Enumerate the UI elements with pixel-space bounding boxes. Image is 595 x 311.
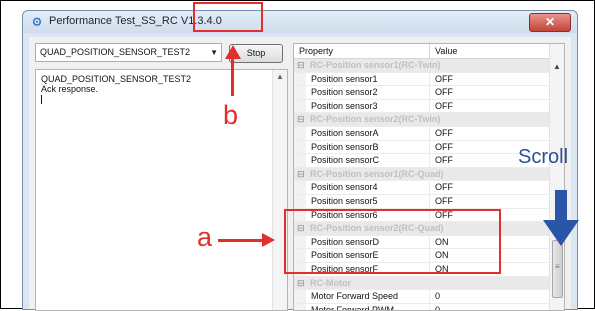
row-gutter xyxy=(294,303,306,310)
arrow-a-shaft xyxy=(218,239,268,242)
property-value[interactable]: OFF xyxy=(435,100,453,113)
property-name: Position sensor4 xyxy=(311,182,378,193)
column-divider xyxy=(429,99,430,113)
column-header-property: Property xyxy=(299,46,334,56)
property-name: Position sensorB xyxy=(311,141,379,152)
property-value[interactable]: OFF xyxy=(435,181,453,194)
column-divider xyxy=(429,126,430,140)
row-gutter xyxy=(294,72,306,86)
column-header-value: Value xyxy=(435,46,458,56)
grid-scrollbar[interactable]: ▲ ≡ xyxy=(549,44,564,310)
column-divider xyxy=(429,72,430,86)
column-divider xyxy=(429,140,430,154)
row-gutter xyxy=(294,290,306,303)
chevron-down-icon[interactable]: ▼ xyxy=(210,44,218,61)
grip-icon: ≡ xyxy=(555,262,560,271)
property-row[interactable]: Position sensor5 OFF xyxy=(294,194,550,209)
column-divider xyxy=(429,194,430,208)
row-gutter xyxy=(294,194,306,208)
row-gutter xyxy=(294,181,306,194)
arrow-up-icon xyxy=(225,45,241,59)
title-bar: ⚙ Performance Test_SS_RC V1.3.4.0 ✕ xyxy=(23,11,577,33)
category-row[interactable]: ⊟ RC-Position sensor2(RC-Twin) xyxy=(294,113,550,127)
close-button[interactable]: ✕ xyxy=(529,13,571,32)
annotation-label-scroll: Scroll xyxy=(518,146,569,168)
column-divider xyxy=(429,154,430,167)
arrow-b-shaft xyxy=(231,58,234,96)
column-divider xyxy=(429,303,430,310)
scroll-up-icon[interactable]: ▲ xyxy=(276,72,284,81)
property-value[interactable]: OFF xyxy=(435,73,453,86)
row-gutter xyxy=(294,140,306,154)
property-value[interactable]: 0 xyxy=(435,290,440,303)
text-caret xyxy=(41,95,42,104)
log-line: Ack response. xyxy=(41,84,99,94)
property-row[interactable]: Position sensor1 OFF xyxy=(294,72,550,87)
column-divider xyxy=(429,290,430,303)
property-value[interactable]: OFF xyxy=(435,127,453,140)
property-value[interactable]: 0 xyxy=(435,304,440,310)
category-row[interactable]: ⊟ RC-Position sensor1(RC-Quad) xyxy=(294,167,550,182)
highlight-box-b xyxy=(193,2,263,32)
arrow-right-icon xyxy=(262,233,275,247)
column-divider xyxy=(429,181,430,194)
property-value[interactable]: OFF xyxy=(435,195,453,208)
property-value[interactable]: OFF xyxy=(435,86,453,99)
property-value[interactable]: OFF xyxy=(435,141,453,154)
property-row[interactable]: Motor Forward Speed 0 xyxy=(294,290,550,304)
property-row[interactable]: Position sensorC OFF xyxy=(294,154,550,168)
collapse-icon[interactable]: ⊟ xyxy=(297,59,305,72)
property-name: Position sensor1 xyxy=(311,73,378,84)
collapse-icon[interactable]: ⊟ xyxy=(297,113,305,126)
test-select-value: QUAD_POSITION_SENSOR_TEST2 xyxy=(40,47,191,57)
column-divider xyxy=(429,44,430,58)
property-name: Position sensor5 xyxy=(311,195,378,206)
property-row[interactable]: Position sensor4 OFF xyxy=(294,181,550,195)
property-row[interactable]: Motor Forward PWM 0 xyxy=(294,303,550,311)
property-grid-header: Property Value xyxy=(294,44,550,59)
category-label: RC-Motor xyxy=(310,277,351,288)
row-gutter xyxy=(294,154,306,167)
annotation-label-a: a xyxy=(197,222,213,252)
test-select[interactable]: QUAD_POSITION_SENSOR_TEST2 ▼ xyxy=(35,43,222,62)
property-name: Position sensor2 xyxy=(311,87,378,98)
property-row[interactable]: Position sensorA OFF xyxy=(294,126,550,141)
category-label: RC-Position sensor1(RC-Quad) xyxy=(310,168,444,179)
row-gutter xyxy=(294,126,306,140)
collapse-icon[interactable]: ⊟ xyxy=(297,277,305,290)
scroll-arrow-shaft xyxy=(555,190,567,222)
property-name: Position sensorA xyxy=(311,127,379,138)
annotation-label-b: b xyxy=(223,100,239,130)
log-output[interactable]: QUAD_POSITION_SENSOR_TEST2 Ack response.… xyxy=(35,69,288,311)
category-label: RC-Position sensor2(RC-Twin) xyxy=(310,114,441,125)
scroll-up-icon[interactable]: ▲ xyxy=(553,62,561,71)
row-gutter xyxy=(294,86,306,99)
log-scrollbar[interactable]: ▲ xyxy=(272,70,287,310)
collapse-icon[interactable]: ⊟ xyxy=(297,168,305,181)
property-name: Position sensorC xyxy=(311,155,380,166)
property-row[interactable]: Position sensorB OFF xyxy=(294,140,550,155)
highlight-box-a xyxy=(284,209,501,274)
property-name: Position sensor3 xyxy=(311,100,378,111)
property-row[interactable]: Position sensor2 OFF xyxy=(294,86,550,100)
property-name: Motor Forward Speed xyxy=(311,291,399,302)
category-label: RC-Position sensor1(RC-Twin) xyxy=(310,60,441,70)
log-line: QUAD_POSITION_SENSOR_TEST2 xyxy=(41,74,192,84)
column-divider xyxy=(429,86,430,99)
row-gutter xyxy=(294,99,306,113)
property-value[interactable]: OFF xyxy=(435,154,453,167)
scroll-thumb[interactable]: ≡ xyxy=(552,240,563,298)
category-row[interactable]: ⊟ RC-Motor xyxy=(294,276,550,291)
category-row[interactable]: ⊟ RC-Position sensor1(RC-Twin) xyxy=(294,59,550,73)
property-row[interactable]: Position sensor3 OFF xyxy=(294,99,550,114)
app-icon: ⚙ xyxy=(31,15,43,29)
property-name: Motor Forward PWM xyxy=(311,304,395,311)
arrow-down-icon xyxy=(543,220,579,246)
